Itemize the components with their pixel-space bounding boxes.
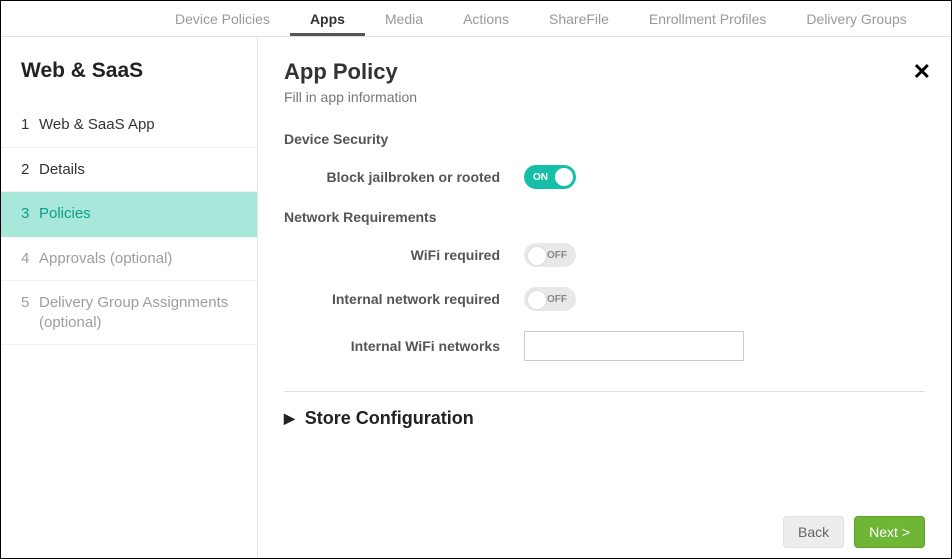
step-delivery-group-assignments[interactable]: 5 Delivery Group Assignments (optional): [1, 281, 257, 345]
wizard-footer: Back Next >: [284, 510, 925, 558]
tab-media[interactable]: Media: [365, 3, 443, 36]
step-number: 2: [21, 160, 39, 180]
section-device-security: Device Security: [284, 131, 925, 147]
back-button[interactable]: Back: [783, 516, 844, 548]
tab-apps[interactable]: Apps: [290, 3, 365, 36]
main-panel: ✕ App Policy Fill in app information Dev…: [258, 37, 951, 558]
step-label: Web & SaaS App: [39, 115, 155, 135]
section-divider: [284, 391, 925, 392]
step-number: 5: [21, 293, 39, 313]
step-approvals[interactable]: 4 Approvals (optional): [1, 237, 257, 282]
section-network-requirements: Network Requirements: [284, 209, 925, 225]
step-number: 4: [21, 249, 39, 269]
tab-enrollment-profiles[interactable]: Enrollment Profiles: [629, 3, 787, 36]
wizard-sidebar: Web & SaaS 1 Web & SaaS App 2 Details 3 …: [1, 37, 258, 558]
label-internal-wifi-networks: Internal WiFi networks: [284, 338, 524, 354]
step-web-saas-app[interactable]: 1 Web & SaaS App: [1, 103, 257, 148]
step-label: Details: [39, 160, 85, 180]
step-policies[interactable]: 3 Policies: [1, 192, 257, 237]
step-label: Delivery Group Assignments (optional): [39, 293, 237, 332]
tab-sharefile[interactable]: ShareFile: [529, 3, 629, 36]
step-details[interactable]: 2 Details: [1, 148, 257, 193]
label-wifi-required: WiFi required: [284, 247, 524, 263]
label-internal-required: Internal network required: [284, 291, 524, 307]
store-configuration-toggle[interactable]: ▶ Store Configuration: [284, 408, 925, 429]
toggle-block-jailbroken[interactable]: ON: [524, 165, 576, 189]
step-label: Policies: [39, 204, 91, 224]
tab-actions[interactable]: Actions: [443, 3, 529, 36]
step-label: Approvals (optional): [39, 249, 172, 269]
tab-device-policies[interactable]: Device Policies: [155, 3, 290, 36]
page-title: App Policy: [284, 59, 925, 85]
store-configuration-label: Store Configuration: [305, 408, 474, 429]
sidebar-title: Web & SaaS: [1, 59, 257, 103]
toggle-wifi-required[interactable]: OFF: [524, 243, 576, 267]
caret-right-icon: ▶: [284, 410, 295, 427]
tab-delivery-groups[interactable]: Delivery Groups: [786, 3, 926, 36]
toggle-internal-required[interactable]: OFF: [524, 287, 576, 311]
input-internal-wifi-networks[interactable]: [524, 331, 744, 361]
top-tabs: Device Policies Apps Media Actions Share…: [1, 1, 951, 37]
page-subtitle: Fill in app information: [284, 89, 925, 105]
label-block-jailbroken: Block jailbroken or rooted: [284, 169, 524, 185]
next-button[interactable]: Next >: [854, 516, 925, 548]
step-number: 1: [21, 115, 39, 135]
step-number: 3: [21, 204, 39, 224]
close-icon[interactable]: ✕: [913, 61, 931, 83]
